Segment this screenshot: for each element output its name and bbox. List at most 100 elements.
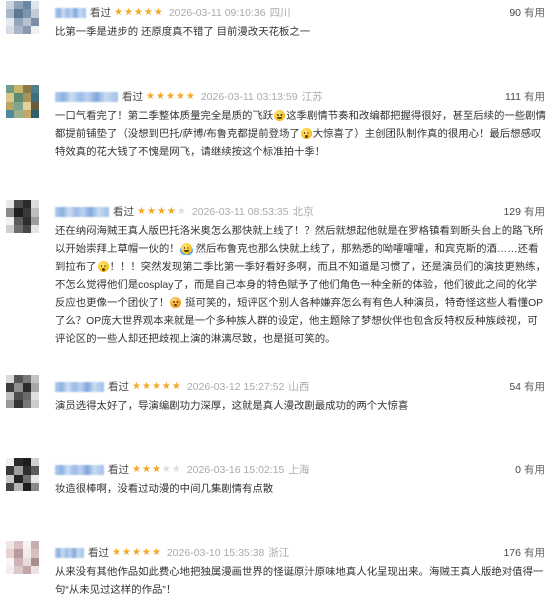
astonished-face-emoji-icon — [300, 128, 312, 139]
comment-text: 从来没有其他作品如此费心地把独属漫画世界的怪诞原汁原味地真人化呈现出来。海贼王真… — [55, 564, 546, 600]
username-blurred[interactable] — [55, 548, 84, 558]
useful-label: 有用 — [524, 91, 545, 103]
avatar[interactable] — [6, 200, 39, 233]
useful-vote-button[interactable]: 0 有用 — [515, 460, 545, 480]
comment-text-run: 从来没有其他作品如此费心地把独属漫画世界的怪诞原汁原味地真人化呈现出来。海贼王真… — [55, 567, 544, 596]
avatar-mosaic-cell — [14, 549, 23, 558]
avatar-mosaic-cell — [30, 93, 39, 102]
rating-stars: ★★★★★ — [132, 460, 182, 480]
useful-label: 有用 — [524, 381, 545, 393]
avatar-mosaic-cell — [6, 383, 15, 392]
avatar-mosaic-cell — [14, 399, 23, 408]
star-filled-icon: ★ — [141, 381, 152, 392]
avatar-mosaic-cell — [6, 549, 15, 558]
star-filled-icon: ★ — [151, 381, 162, 392]
avatar[interactable] — [6, 541, 39, 574]
avatar[interactable] — [6, 375, 39, 408]
avatar-mosaic-cell — [22, 383, 31, 392]
avatar-mosaic-cell — [30, 208, 39, 217]
avatar-mosaic-cell — [14, 557, 23, 566]
avatar[interactable] — [6, 1, 39, 34]
username-blurred[interactable] — [55, 8, 86, 18]
avatar-mosaic-cell — [22, 9, 31, 18]
watch-status: 看过 — [108, 381, 129, 393]
avatar-mosaic-cell — [22, 85, 31, 94]
comment-text-run: 妆造很棒啊，没看过动漫的中间几集剧情有点散 — [55, 484, 274, 495]
avatar-mosaic-cell — [22, 216, 31, 225]
watch-status: 看过 — [113, 206, 134, 218]
username-blurred[interactable] — [55, 207, 109, 217]
avatar-mosaic-cell — [14, 383, 23, 392]
avatar-mosaic-cell — [30, 391, 39, 400]
flushed-face-emoji-icon — [170, 297, 182, 308]
avatar-mosaic-cell — [14, 482, 23, 491]
username-blurred[interactable] — [55, 382, 104, 392]
useful-vote-button[interactable]: 54 有用 — [509, 377, 545, 397]
avatar-mosaic-cell — [6, 458, 15, 467]
avatar-mosaic-cell — [22, 1, 31, 10]
avatar-mosaic-cell — [6, 208, 15, 217]
avatar-mosaic-cell — [6, 224, 15, 233]
useful-count: 54 — [509, 381, 521, 393]
avatar-mosaic-cell — [6, 17, 15, 26]
grinning-face-emoji-icon — [274, 110, 286, 121]
star-filled-icon: ★ — [185, 91, 196, 102]
rating-stars: ★★★★★ — [112, 543, 162, 563]
avatar-mosaic-cell — [6, 466, 15, 475]
comment-location: 北京 — [292, 206, 314, 218]
comment-text: 演员选得太好了，导演编剧功力深厚，这就是真人漫改剧最成功的两个大惊喜 — [55, 398, 546, 416]
comment-location: 上海 — [288, 464, 310, 476]
star-filled-icon: ★ — [141, 547, 152, 558]
rating-stars: ★★★★★ — [146, 87, 196, 107]
avatar-mosaic-cell — [22, 200, 31, 209]
useful-vote-button[interactable]: 111 有用 — [505, 87, 545, 107]
avatar[interactable] — [6, 458, 39, 491]
comment-location: 山西 — [288, 381, 310, 393]
comment-location: 江苏 — [301, 91, 323, 103]
avatar-mosaic-cell — [6, 1, 15, 10]
star-filled-icon: ★ — [114, 7, 124, 18]
avatar-mosaic-cell — [6, 101, 15, 110]
avatar-mosaic-cell — [30, 224, 39, 233]
avatar-mosaic-cell — [30, 101, 39, 110]
useful-vote-button[interactable]: 176 有用 — [503, 543, 545, 563]
username-blurred[interactable] — [55, 92, 118, 102]
useful-vote-button[interactable]: 129 有用 — [503, 202, 545, 222]
rating-stars: ★★★★★ — [137, 202, 187, 222]
avatar-mosaic-cell — [14, 466, 23, 475]
avatar-mosaic-cell — [30, 565, 39, 574]
avatar-mosaic-cell — [14, 93, 23, 102]
username-blurred[interactable] — [55, 465, 104, 475]
useful-label: 有用 — [524, 206, 545, 218]
watch-status: 看过 — [122, 91, 143, 103]
avatar-mosaic-cell — [14, 17, 23, 26]
avatar-mosaic-cell — [14, 565, 23, 574]
avatar-mosaic-cell — [14, 375, 23, 384]
avatar-mosaic-cell — [22, 93, 31, 102]
comment-text-run: 比第一季是进步的 还原度真不错了 目前漫改天花板之一 — [55, 27, 311, 38]
star-filled-icon: ★ — [151, 464, 162, 475]
avatar-mosaic-cell — [30, 399, 39, 408]
avatar-mosaic-cell — [30, 383, 39, 392]
avatar[interactable] — [6, 85, 39, 118]
avatar-mosaic-cell — [6, 474, 15, 483]
avatar-mosaic-cell — [14, 25, 23, 34]
star-filled-icon: ★ — [133, 7, 144, 18]
useful-label: 有用 — [524, 7, 545, 19]
star-filled-icon: ★ — [146, 91, 156, 102]
avatar-mosaic-cell — [22, 557, 31, 566]
avatar-mosaic-cell — [22, 208, 31, 217]
star-empty-icon: ★ — [176, 206, 187, 217]
avatar-mosaic-cell — [14, 9, 23, 18]
star-filled-icon: ★ — [165, 91, 176, 102]
avatar-mosaic-cell — [14, 541, 23, 550]
star-empty-icon: ★ — [171, 464, 182, 475]
useful-vote-button[interactable]: 90 有用 — [509, 3, 545, 23]
avatar-mosaic-cell — [6, 557, 15, 566]
avatar-mosaic-cell — [14, 101, 23, 110]
avatar-mosaic-cell — [30, 557, 39, 566]
useful-count: 111 — [505, 91, 521, 103]
avatar-mosaic-cell — [22, 458, 31, 467]
comment-text: 比第一季是进步的 还原度真不错了 目前漫改天花板之一 — [55, 24, 546, 42]
avatar-mosaic-cell — [30, 466, 39, 475]
